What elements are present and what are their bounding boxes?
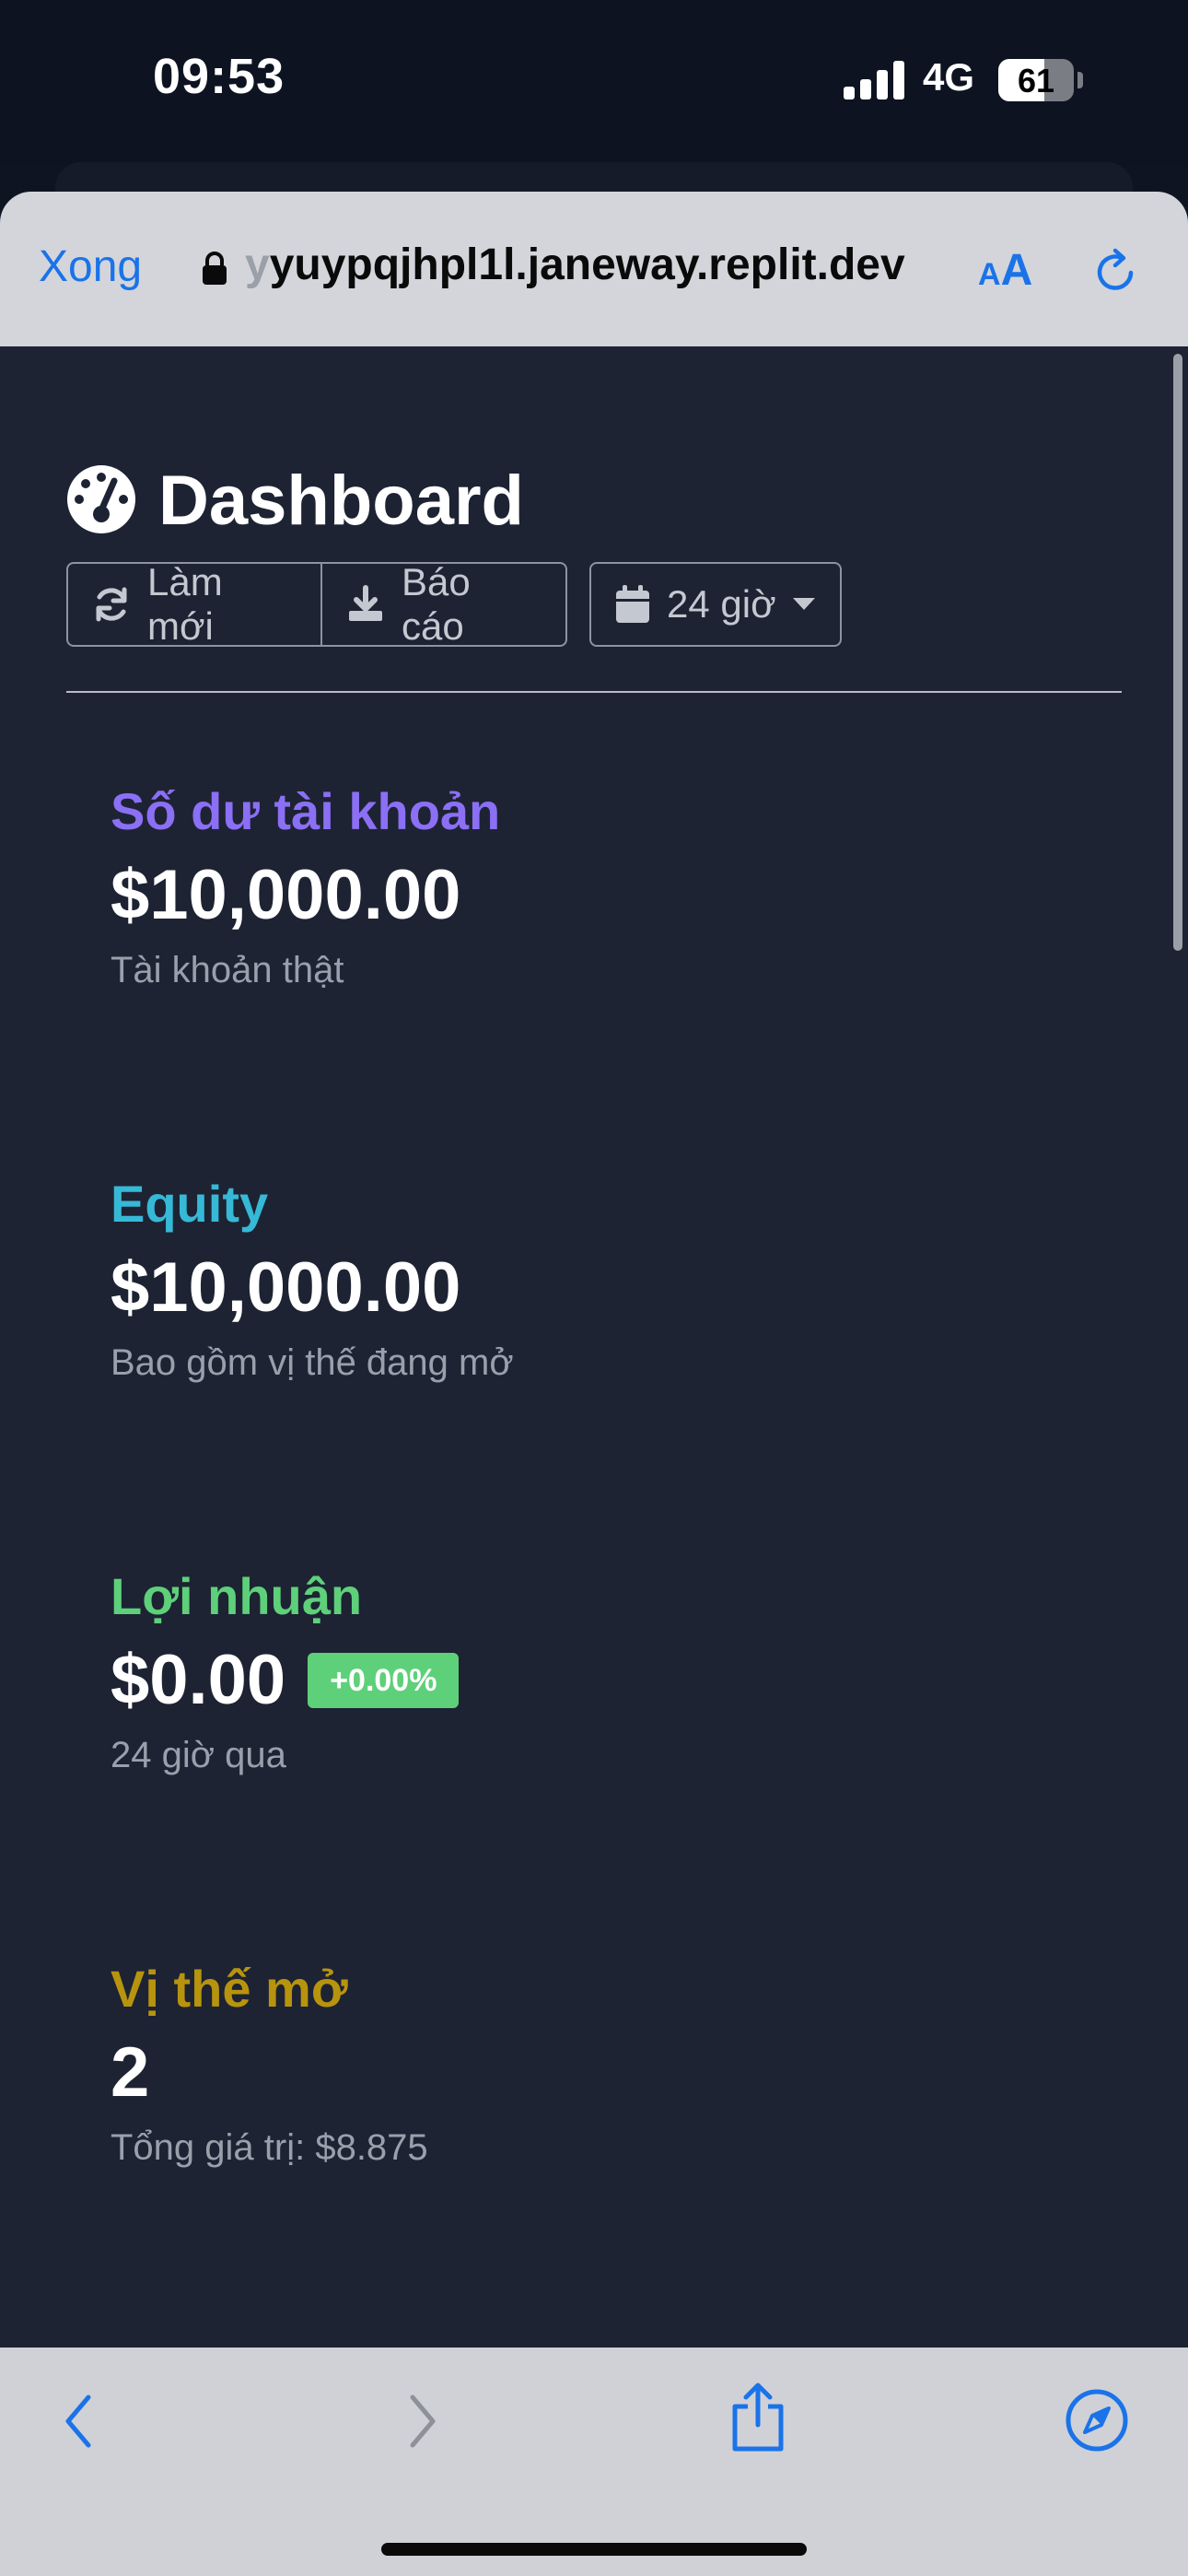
card-subtitle: Tổng giá trị: $8.875 bbox=[111, 2127, 428, 2168]
text-size-large-label: A bbox=[1000, 246, 1033, 295]
balance-value: $10,000.00 bbox=[111, 856, 461, 934]
forward-icon[interactable] bbox=[402, 2392, 442, 2451]
equity-card: Equity $10,000.00 Bao gồm vị thế đang mở bbox=[111, 1174, 1031, 1386]
card-value: $0.00 +0.00% bbox=[111, 1636, 1031, 1725]
url-text: yuypqjhpl1l.janeway.replit.dev bbox=[269, 240, 905, 289]
profit-card: Lợi nhuận $0.00 +0.00% 24 giờ qua bbox=[111, 1566, 1031, 1778]
balance-card: Số dư tài khoản $10,000.00 Tài khoản thậ… bbox=[111, 781, 1031, 993]
card-subtitle: Tài khoản thật bbox=[111, 950, 344, 990]
battery-level: 61 bbox=[1017, 62, 1055, 100]
text-size-small-label: A bbox=[978, 257, 1001, 292]
action-button-group: Làm mới Báo cáo bbox=[66, 560, 567, 648]
url-prefix: y bbox=[245, 240, 270, 289]
card-subtitle: 24 giờ qua bbox=[111, 1735, 286, 1775]
report-label: Báo cáo bbox=[402, 560, 471, 648]
done-button[interactable]: Xong bbox=[39, 241, 142, 292]
url-field[interactable]: yyuypqjhpl1l.janeway.replit.dev bbox=[245, 240, 905, 290]
card-value: $10,000.00 bbox=[111, 1244, 1031, 1332]
open-positions-card: Vị thế mở 2 Tổng giá trị: $8.875 bbox=[111, 1959, 1031, 2171]
card-title: Số dư tài khoản bbox=[111, 782, 501, 840]
share-icon[interactable] bbox=[728, 2381, 788, 2454]
page-title: Dashboard bbox=[158, 462, 524, 540]
text-size-button[interactable]: AA bbox=[978, 245, 1032, 296]
card-title: Vị thế mở bbox=[111, 1960, 348, 2018]
card-subtitle: Bao gồm vị thế đang mở bbox=[111, 1342, 514, 1383]
download-icon bbox=[349, 585, 382, 621]
browser-top-bar: Xong yyuypqjhpl1l.janeway.replit.dev AA bbox=[0, 192, 1188, 346]
cellular-signal-icon bbox=[844, 61, 904, 100]
reload-icon[interactable] bbox=[1090, 245, 1142, 297]
battery-icon: 61 bbox=[998, 59, 1074, 101]
period-label: 24 giờ bbox=[667, 582, 776, 626]
status-time: 09:53 bbox=[153, 49, 285, 104]
period-dropdown[interactable]: 24 giờ bbox=[589, 562, 842, 647]
status-bar: 09:53 4G 61 bbox=[0, 0, 1188, 166]
tachometer-icon bbox=[67, 465, 135, 533]
refresh-button[interactable]: Làm mới bbox=[66, 560, 322, 648]
home-indicator[interactable] bbox=[381, 2543, 807, 2556]
open-positions-value: 2 bbox=[111, 2033, 150, 2112]
calendar-icon bbox=[616, 585, 649, 623]
web-page[interactable]: Dashboard Làm mới Báo cáo 24 giờ Số dư t… bbox=[0, 346, 1188, 2349]
lock-icon bbox=[203, 252, 227, 285]
card-title: Lợi nhuận bbox=[111, 1567, 363, 1625]
browser-bottom-toolbar bbox=[0, 2348, 1188, 2576]
scrollbar[interactable] bbox=[1173, 354, 1182, 951]
card-title: Equity bbox=[111, 1175, 269, 1233]
equity-value: $10,000.00 bbox=[111, 1248, 461, 1327]
battery-tip bbox=[1077, 72, 1083, 88]
card-value: 2 bbox=[111, 2029, 1031, 2117]
compass-icon[interactable] bbox=[1065, 2388, 1129, 2453]
back-icon[interactable] bbox=[59, 2392, 99, 2451]
caret-down-icon bbox=[792, 598, 815, 610]
profit-value: $0.00 bbox=[111, 1641, 286, 1719]
network-type: 4G bbox=[923, 55, 975, 99]
card-value: $10,000.00 bbox=[111, 851, 1031, 940]
profit-percent-badge: +0.00% bbox=[308, 1653, 460, 1708]
header-divider bbox=[66, 691, 1122, 693]
refresh-label: Làm mới bbox=[147, 560, 223, 648]
refresh-icon bbox=[96, 587, 127, 622]
report-button[interactable]: Báo cáo bbox=[322, 560, 567, 648]
